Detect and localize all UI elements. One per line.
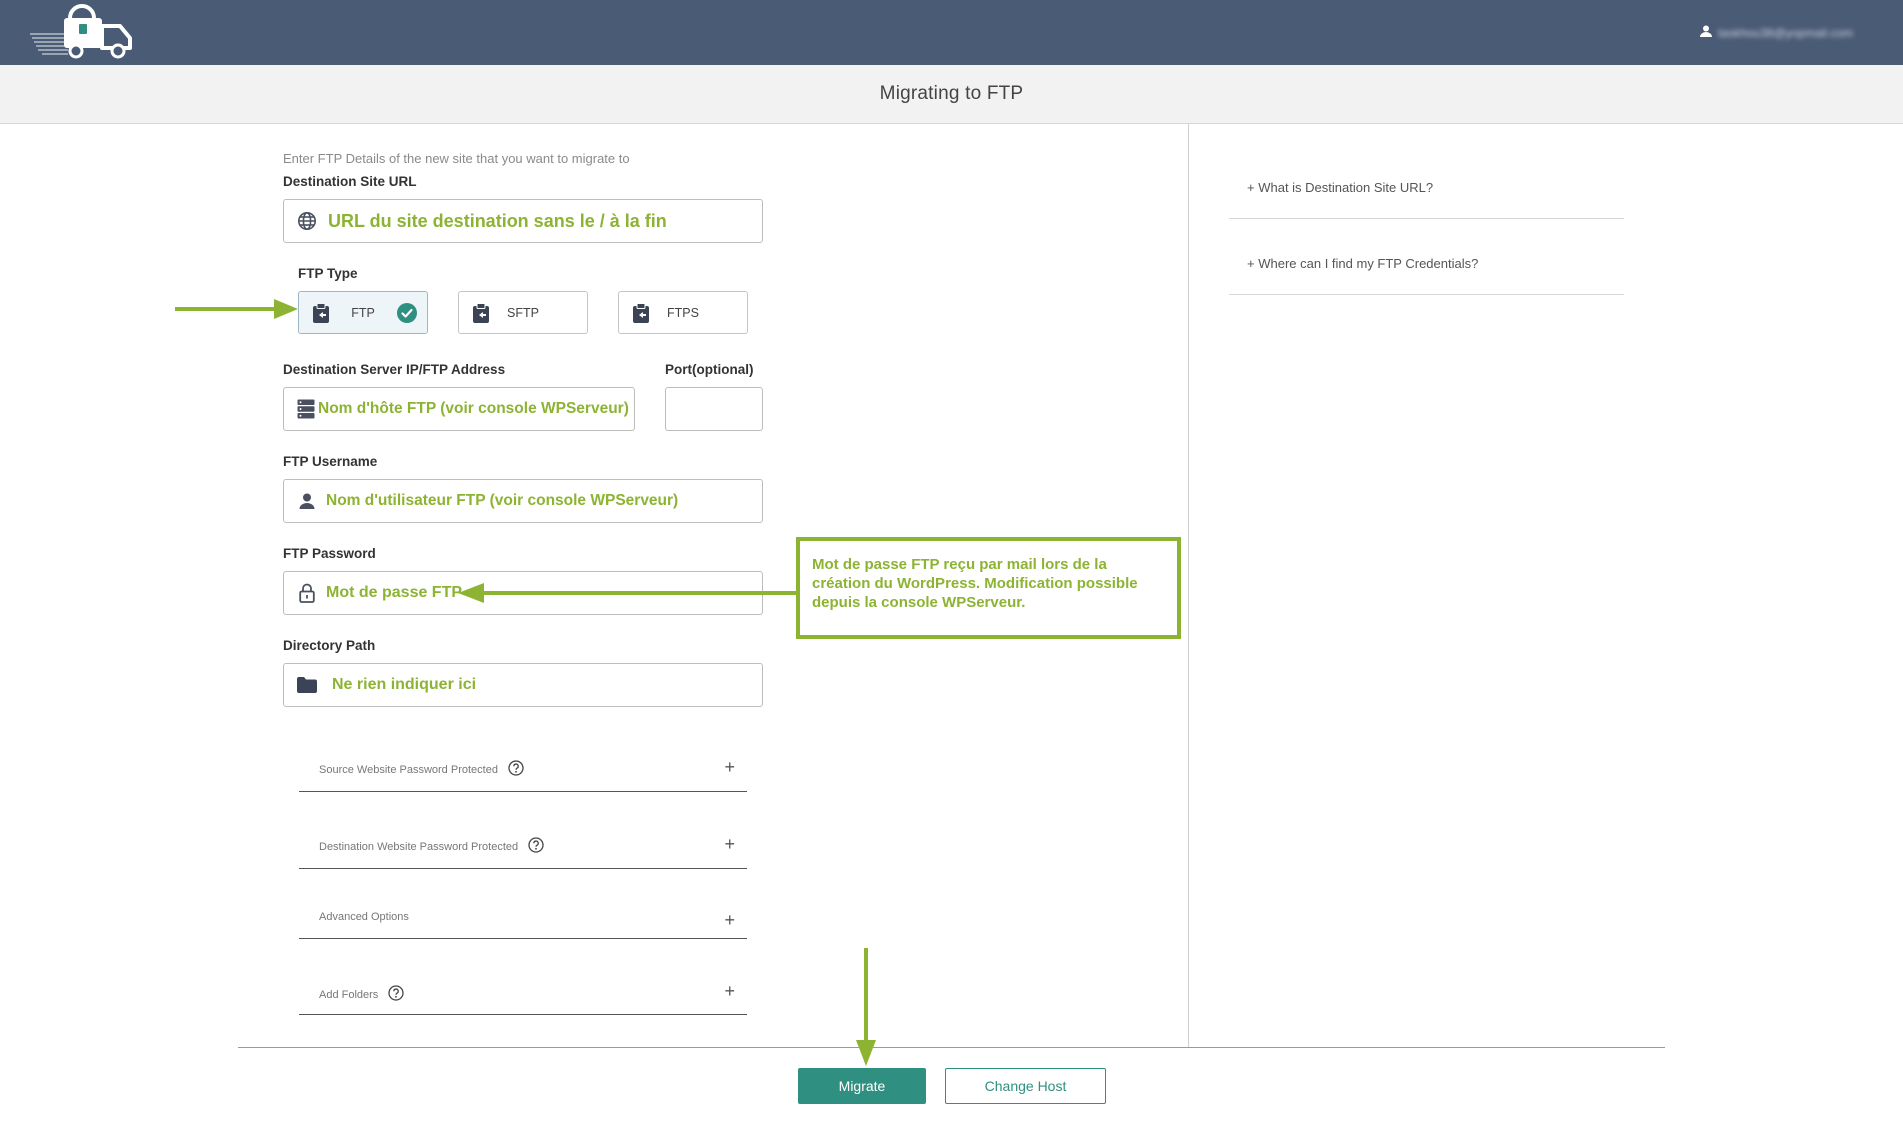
server-value: Nom d'hôte FTP (voir console WPServeur) (318, 400, 629, 417)
annotation-callout: Mot de passe FTP reçu par mail lors de l… (796, 537, 1181, 639)
arrowhead (856, 1040, 876, 1066)
help-item-label: What is Destination Site URL? (1258, 180, 1434, 195)
server-icon (295, 398, 317, 420)
globe-icon (296, 210, 318, 232)
form-intro: Enter FTP Details of the new site that y… (283, 151, 630, 166)
help-item-destination-url[interactable]: + What is Destination Site URL? (1229, 143, 1624, 219)
ftp-type-sftp-option[interactable]: SFTP (458, 291, 588, 334)
server-label: Destination Server IP/FTP Address (283, 362, 506, 377)
folder-icon (296, 674, 318, 696)
accordion-source-password[interactable]: Source Website Password Protected + (299, 732, 747, 792)
directory-input[interactable]: Ne rien indiquer ici (283, 663, 763, 707)
password-value: Mot de passe FTP (326, 584, 463, 601)
help-circle-icon[interactable] (388, 985, 404, 1004)
username-value: Nom d'utilisateur FTP (voir console WPSe… (326, 492, 679, 509)
password-input[interactable]: Mot de passe FTP (283, 571, 763, 615)
username-label: FTP Username (283, 454, 378, 469)
help-item-label: Where can I find my FTP Credentials? (1258, 256, 1479, 271)
accordion-label: Add Folders (319, 988, 379, 1001)
directory-value: Ne rien indiquer ici (332, 676, 477, 693)
expand-plus-icon[interactable]: + (724, 982, 735, 1000)
ftp-type-ftps-option[interactable]: FTPS (618, 291, 748, 334)
help-circle-icon[interactable] (528, 837, 544, 856)
user-menu[interactable]: taskhou38@yopmail.com (1700, 24, 1853, 42)
top-navbar: taskhou38@yopmail.com (0, 0, 1903, 65)
accordion-destination-password[interactable]: Destination Website Password Protected + (299, 809, 747, 869)
server-input[interactable]: Nom d'hôte FTP (voir console WPServeur) (283, 387, 635, 431)
expand-plus-icon[interactable]: + (724, 835, 735, 853)
sftp-option-label: SFTP (507, 305, 539, 320)
expand-plus-icon[interactable]: + (724, 758, 735, 776)
accordion-label: Advanced Options (319, 911, 409, 923)
destination-url-label: Destination Site URL (283, 174, 417, 189)
app-logo[interactable] (28, 4, 142, 62)
help-circle-icon[interactable] (508, 760, 524, 779)
arrowhead (274, 299, 298, 319)
page-title: Migrating to FTP (879, 83, 1024, 104)
user-icon (296, 490, 318, 512)
destination-url-input[interactable]: URL du site destination sans le / à la f… (283, 199, 763, 243)
accordion-add-folders[interactable]: Add Folders + (299, 955, 747, 1015)
username-input[interactable]: Nom d'utilisateur FTP (voir console WPSe… (283, 479, 763, 523)
port-input[interactable] (665, 387, 763, 431)
password-label: FTP Password (283, 546, 376, 561)
destination-url-value: URL du site destination sans le / à la f… (328, 210, 667, 231)
directory-label: Directory Path (283, 638, 376, 653)
change-host-button[interactable]: Change Host (945, 1068, 1106, 1104)
check-circle-icon (397, 303, 417, 328)
user-icon (1700, 24, 1713, 42)
ftps-option-label: FTPS (667, 305, 699, 320)
accordion-label: Destination Website Password Protected (319, 840, 519, 853)
ftp-type-label: FTP Type (298, 266, 358, 281)
ftp-type-ftp-option[interactable]: FTP (298, 291, 428, 334)
help-item-ftp-credentials[interactable]: + Where can I find my FTP Credentials? (1229, 219, 1624, 295)
expand-plus-icon[interactable]: + (724, 911, 735, 929)
lock-icon (296, 582, 318, 604)
accordion-label: Source Website Password Protected (319, 763, 498, 776)
migrate-button[interactable]: Migrate (798, 1068, 926, 1104)
accordion-advanced-options[interactable]: Advanced Options + (299, 879, 747, 939)
user-email: taskhou38@yopmail.com (1718, 26, 1853, 40)
panel-divider (1188, 124, 1189, 1048)
page-title-bar: Migrating to FTP (0, 65, 1903, 124)
port-label: Port(optional) (665, 362, 754, 377)
footer-divider (238, 1047, 1665, 1048)
